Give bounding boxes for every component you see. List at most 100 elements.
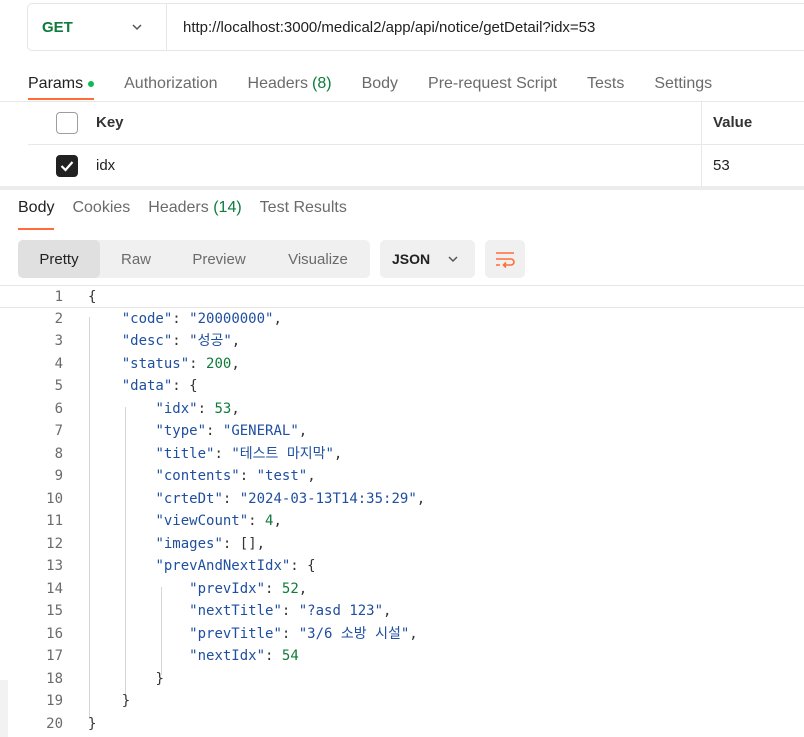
tab-label: Tests — [586, 75, 625, 92]
code-line: 5 "data": { — [0, 375, 804, 398]
line-number: 17 — [46, 648, 63, 664]
code-text: "data": { — [121, 378, 198, 394]
tab-settings[interactable]: Settings — [654, 72, 712, 96]
code-line: 14 "prevIdx": 52, — [0, 578, 804, 601]
tab-label: Params — [28, 75, 84, 92]
line-number: 6 — [54, 400, 63, 417]
code-line: 18 } — [0, 668, 804, 691]
line-number: 8 — [54, 445, 63, 462]
request-url-bar: GET http://localhost:3000/medical2/app/a… — [27, 3, 804, 51]
param-key[interactable]: idx — [96, 157, 115, 174]
code-text: "title": "테스트 마지막", — [155, 445, 343, 462]
select-all-checkbox[interactable] — [56, 112, 78, 134]
active-tab-underline — [18, 228, 54, 230]
tab-count: (14) — [213, 199, 242, 216]
code-text: "prevTitle": "3/6 소방 시설", — [189, 625, 418, 642]
request-tabs: Params Authorization Headers (8) Body Pr… — [28, 72, 742, 96]
code-line: 9 "contents": "test", — [0, 465, 804, 488]
tab-response-body[interactable]: Body — [18, 199, 54, 217]
response-body-viewer[interactable]: 1{ 2 "code": "20000000", 3 "desc": "성공",… — [0, 285, 804, 735]
code-line: 17 "nextIdx": 54 — [0, 645, 804, 668]
code-line: 1{ — [0, 285, 804, 308]
line-number: 3 — [54, 333, 63, 349]
key-column-header: Key — [96, 114, 124, 131]
pane-resize-handle[interactable] — [0, 186, 804, 190]
wrap-lines-button[interactable] — [485, 240, 525, 278]
tab-count: (8) — [312, 75, 332, 92]
code-text: } — [88, 715, 97, 732]
line-number: 19 — [46, 693, 63, 709]
line-number: 10 — [46, 490, 63, 507]
line-number: 1 — [54, 289, 63, 305]
tab-label: Headers — [247, 75, 308, 92]
line-number: 13 — [46, 558, 63, 574]
tab-authorization[interactable]: Authorization — [124, 72, 217, 96]
format-select[interactable]: JSON — [380, 240, 475, 278]
chevron-down-icon — [446, 252, 460, 266]
method-label: GET — [42, 18, 73, 36]
chevron-down-icon — [130, 20, 144, 34]
view-mode-selector: Pretty Raw Preview Visualize — [18, 240, 370, 278]
code-text: "idx": 53, — [155, 400, 240, 417]
tab-label: Headers — [148, 199, 209, 216]
line-number: 2 — [54, 310, 63, 327]
tab-params[interactable]: Params — [28, 72, 95, 96]
tab-tests[interactable]: Tests — [587, 72, 624, 96]
check-icon — [60, 161, 74, 172]
tab-label: Pre-request Script — [428, 75, 557, 92]
wrap-icon — [496, 252, 515, 268]
response-tabs: Body Cookies Headers (14) Test Results — [18, 199, 365, 217]
code-text: "contents": "test", — [155, 468, 316, 484]
code-line: 19 } — [0, 690, 804, 713]
code-line: 2 "code": "20000000", — [0, 308, 804, 331]
view-preview[interactable]: Preview — [172, 240, 266, 278]
code-line: 11 "viewCount": 4, — [0, 510, 804, 533]
code-line: 6 "idx": 53, — [0, 398, 804, 421]
url-input[interactable]: http://localhost:3000/medical2/app/api/n… — [167, 19, 595, 36]
code-text: { — [88, 289, 97, 305]
line-number: 20 — [46, 715, 63, 732]
view-raw[interactable]: Raw — [100, 240, 172, 278]
tab-response-headers[interactable]: Headers (14) — [148, 199, 241, 217]
code-text: "prevAndNextIdx": { — [155, 558, 316, 574]
code-text: "images": [], — [155, 535, 266, 552]
table-row: idx 53 — [28, 145, 804, 188]
tab-test-results[interactable]: Test Results — [260, 199, 347, 217]
code-line: 20} — [0, 713, 804, 736]
code-line: 12 "images": [], — [0, 533, 804, 556]
code-line: 8 "title": "테스트 마지막", — [0, 443, 804, 466]
code-line: 15 "nextTitle": "?asd 123", — [0, 600, 804, 623]
line-number: 9 — [54, 468, 63, 484]
code-text: "type": "GENERAL", — [155, 423, 308, 439]
method-select[interactable]: GET — [28, 4, 167, 50]
tab-cookies[interactable]: Cookies — [72, 199, 130, 217]
line-number: 14 — [46, 580, 63, 597]
code-line: 3 "desc": "성공", — [0, 330, 804, 353]
line-number: 15 — [46, 603, 63, 619]
param-checkbox[interactable] — [56, 155, 78, 177]
panel-edge — [0, 680, 8, 737]
code-line: 16 "prevTitle": "3/6 소방 시설", — [0, 623, 804, 646]
param-value[interactable]: 53 — [713, 157, 730, 174]
code-text: "nextIdx": 54 — [189, 648, 299, 664]
code-line: 4 "status": 200, — [0, 353, 804, 376]
tab-pre-request-script[interactable]: Pre-request Script — [428, 72, 557, 96]
params-table: Key Value idx 53 — [28, 102, 804, 188]
view-visualize[interactable]: Visualize — [266, 240, 370, 278]
view-pretty[interactable]: Pretty — [18, 240, 100, 278]
code-text: "crteDt": "2024-03-13T14:35:29", — [155, 490, 426, 507]
line-number: 16 — [46, 625, 63, 642]
active-tab-underline — [28, 98, 94, 100]
column-divider — [701, 102, 702, 187]
line-number: 12 — [46, 535, 63, 552]
tab-label: Body — [361, 75, 399, 92]
code-text: "status": 200, — [121, 355, 240, 372]
params-indicator-dot — [88, 81, 95, 87]
tab-headers[interactable]: Headers (8) — [248, 72, 332, 96]
code-line: 7 "type": "GENERAL", — [0, 420, 804, 443]
line-number: 4 — [54, 355, 63, 372]
tab-body[interactable]: Body — [362, 72, 398, 96]
tab-label: Settings — [654, 75, 713, 92]
format-label: JSON — [392, 251, 431, 267]
value-column-header: Value — [713, 114, 753, 131]
